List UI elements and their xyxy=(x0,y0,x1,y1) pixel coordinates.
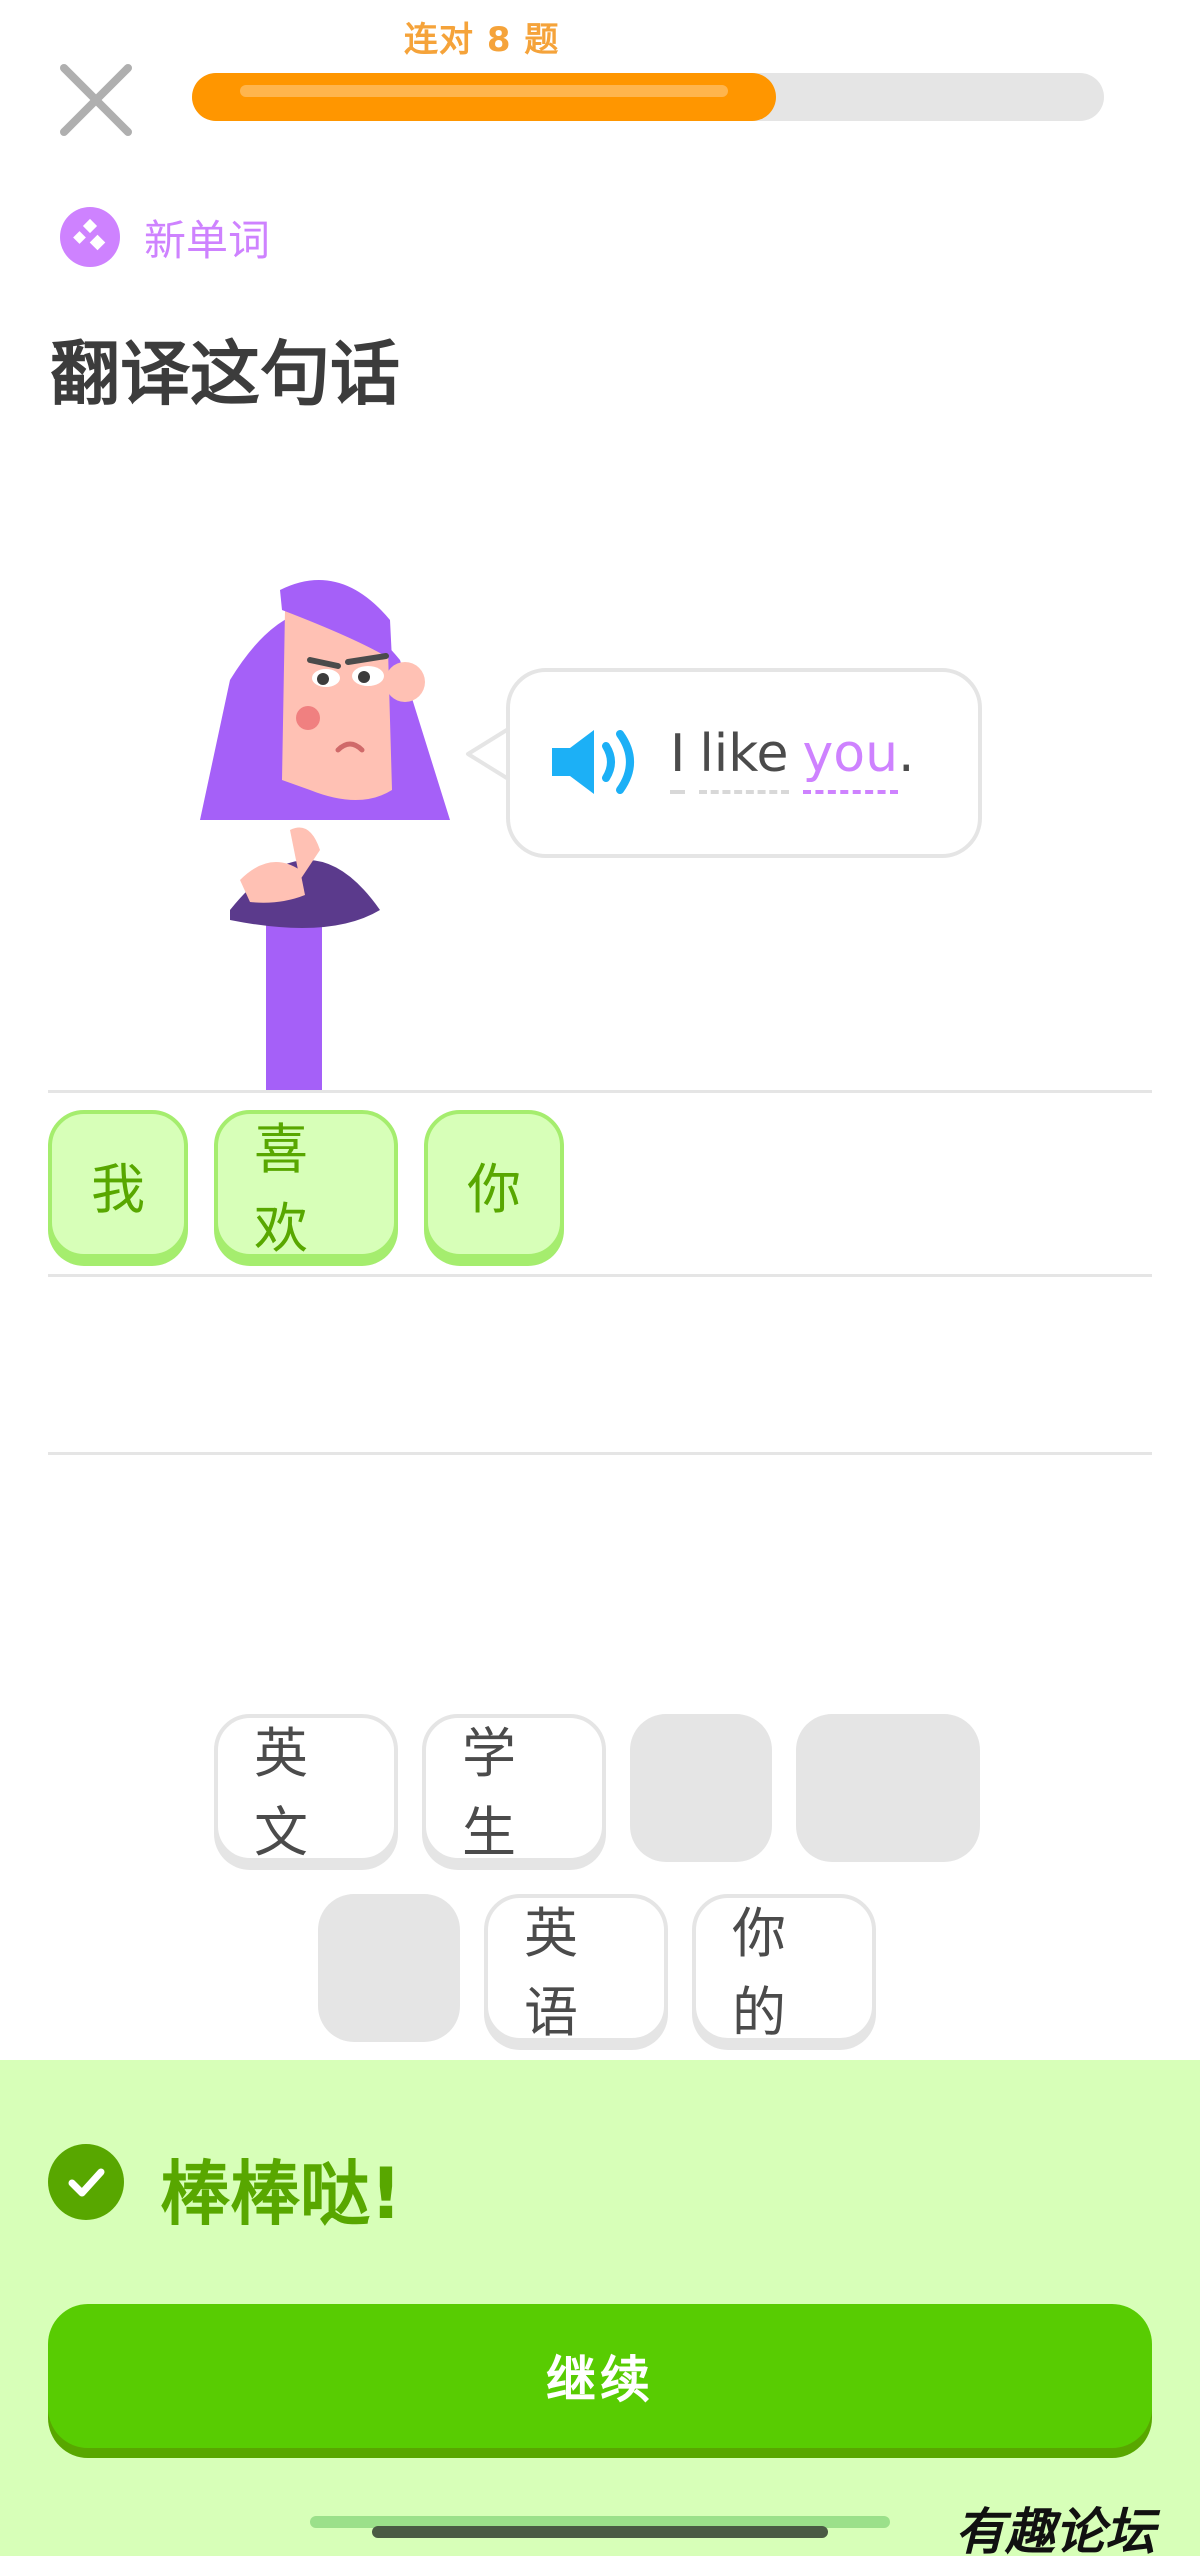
answer-area: 我 喜欢 你 xyxy=(48,1110,564,1260)
page-title: 翻译这句话 xyxy=(50,333,400,415)
new-word-label: 新单词 xyxy=(144,215,271,265)
answer-line xyxy=(48,1274,1152,1277)
answer-line xyxy=(48,1090,1152,1093)
check-icon xyxy=(48,2144,124,2220)
word-bank-chip[interactable]: 学生 xyxy=(422,1714,606,1864)
streak-label: 连对 8 题 xyxy=(404,20,560,60)
prompt-sentence: I like you . xyxy=(670,724,915,794)
word-bank-chip[interactable]: 英语 xyxy=(484,1894,668,2044)
word-bank-row: 英语 你的 xyxy=(318,1894,876,2044)
speaker-icon xyxy=(552,730,634,794)
word-bank-chip[interactable]: 英文 xyxy=(214,1714,398,1864)
speaker-button[interactable] xyxy=(548,722,648,802)
continue-button[interactable]: 继续 xyxy=(48,2304,1152,2448)
word-bank-placeholder xyxy=(796,1714,980,1862)
feedback-message: 棒棒哒! xyxy=(160,2153,402,2235)
answer-chip[interactable]: 我 xyxy=(48,1110,188,1258)
word-bank-row: 英文 学生 xyxy=(214,1714,980,1864)
word-bank-placeholder xyxy=(630,1714,772,1862)
close-button[interactable] xyxy=(58,62,134,138)
close-icon xyxy=(60,64,132,136)
watermark: 有趣论坛 xyxy=(955,2502,1155,2556)
sentence-word[interactable]: I xyxy=(670,724,686,794)
sentence-word-new[interactable]: you xyxy=(802,724,899,794)
home-indicator[interactable] xyxy=(372,2526,828,2538)
answer-chip[interactable]: 喜欢 xyxy=(214,1110,398,1260)
answer-chip[interactable]: 你 xyxy=(424,1110,564,1258)
sentence-punctuation: . xyxy=(898,724,915,784)
progress-fill xyxy=(192,73,776,121)
word-bank-placeholder xyxy=(318,1894,460,2042)
word-bank-chip[interactable]: 你的 xyxy=(692,1894,876,2044)
sentence-word[interactable]: like xyxy=(699,724,789,794)
new-word-icon xyxy=(60,207,120,267)
answer-line xyxy=(48,1452,1152,1455)
character-illustration xyxy=(200,580,450,1090)
new-word-badge: 新单词 xyxy=(60,205,270,269)
progress-shine xyxy=(240,85,728,97)
progress-bar xyxy=(192,73,1104,121)
